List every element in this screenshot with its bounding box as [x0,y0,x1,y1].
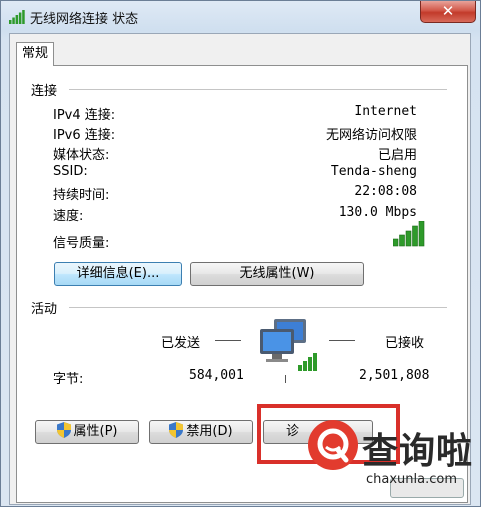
activity-heading: 活动 [31,302,58,317]
disable-label: 禁用(D) [186,424,233,439]
signal-quality-label: 信号质量: [53,236,110,251]
window-title: 无线网络连接 状态 [30,12,139,27]
connection-divider [69,89,447,90]
uac-shield-icon [56,422,71,438]
ipv6-value: 无网络访问权限 [325,128,417,143]
sent-label: 已发送 [161,336,201,351]
disable-button[interactable]: 禁用(D) [149,420,253,444]
ssid-value: Tenda-sheng [330,164,417,179]
wireless-properties-button[interactable]: 无线属性(W) [190,262,364,286]
uac-shield-icon [169,422,184,438]
ipv6-label: IPv6 连接: [53,128,116,143]
duration-label: 持续时间: [53,188,110,203]
ssid-label: SSID: [53,164,88,179]
duration-value: 22:08:08 [354,184,417,199]
activity-signal-icon [298,353,317,371]
close-button[interactable]: ✕ [420,1,476,23]
activity-divider [69,307,447,308]
properties-label: 属性(P) [73,424,118,439]
received-label: 已接收 [385,336,425,351]
tab-general[interactable]: 常规 [16,42,54,66]
title-bar[interactable]: 无线网络连接 状态 ✕ [1,1,480,35]
details-button[interactable]: 详细信息(E)... [54,262,182,286]
media-state-value: 已启用 [377,148,417,163]
properties-button[interactable]: 属性(P) [35,420,139,444]
ipv4-label: IPv4 连接: [53,108,116,123]
sent-line [215,340,241,341]
media-state-label: 媒体状态: [53,148,110,163]
signal-strength-icon [393,221,425,247]
network-computers-icon [260,319,317,371]
bytes-label: 字节: [53,372,84,387]
connection-heading: 连接 [31,84,58,99]
watermark-url: chaxunla.com [366,472,457,487]
received-line [329,340,355,341]
watermark-text: 查询啦 [362,431,474,472]
watermark-logo-icon [308,420,358,470]
bytes-sent-value: 584,001 [189,368,244,383]
wireless-signal-icon [9,10,25,24]
ipv4-value: Internet [354,104,417,119]
speed-label: 速度: [53,209,84,224]
bytes-received-value: 2,501,808 [359,368,430,383]
speed-value: 130.0 Mbps [338,205,417,220]
